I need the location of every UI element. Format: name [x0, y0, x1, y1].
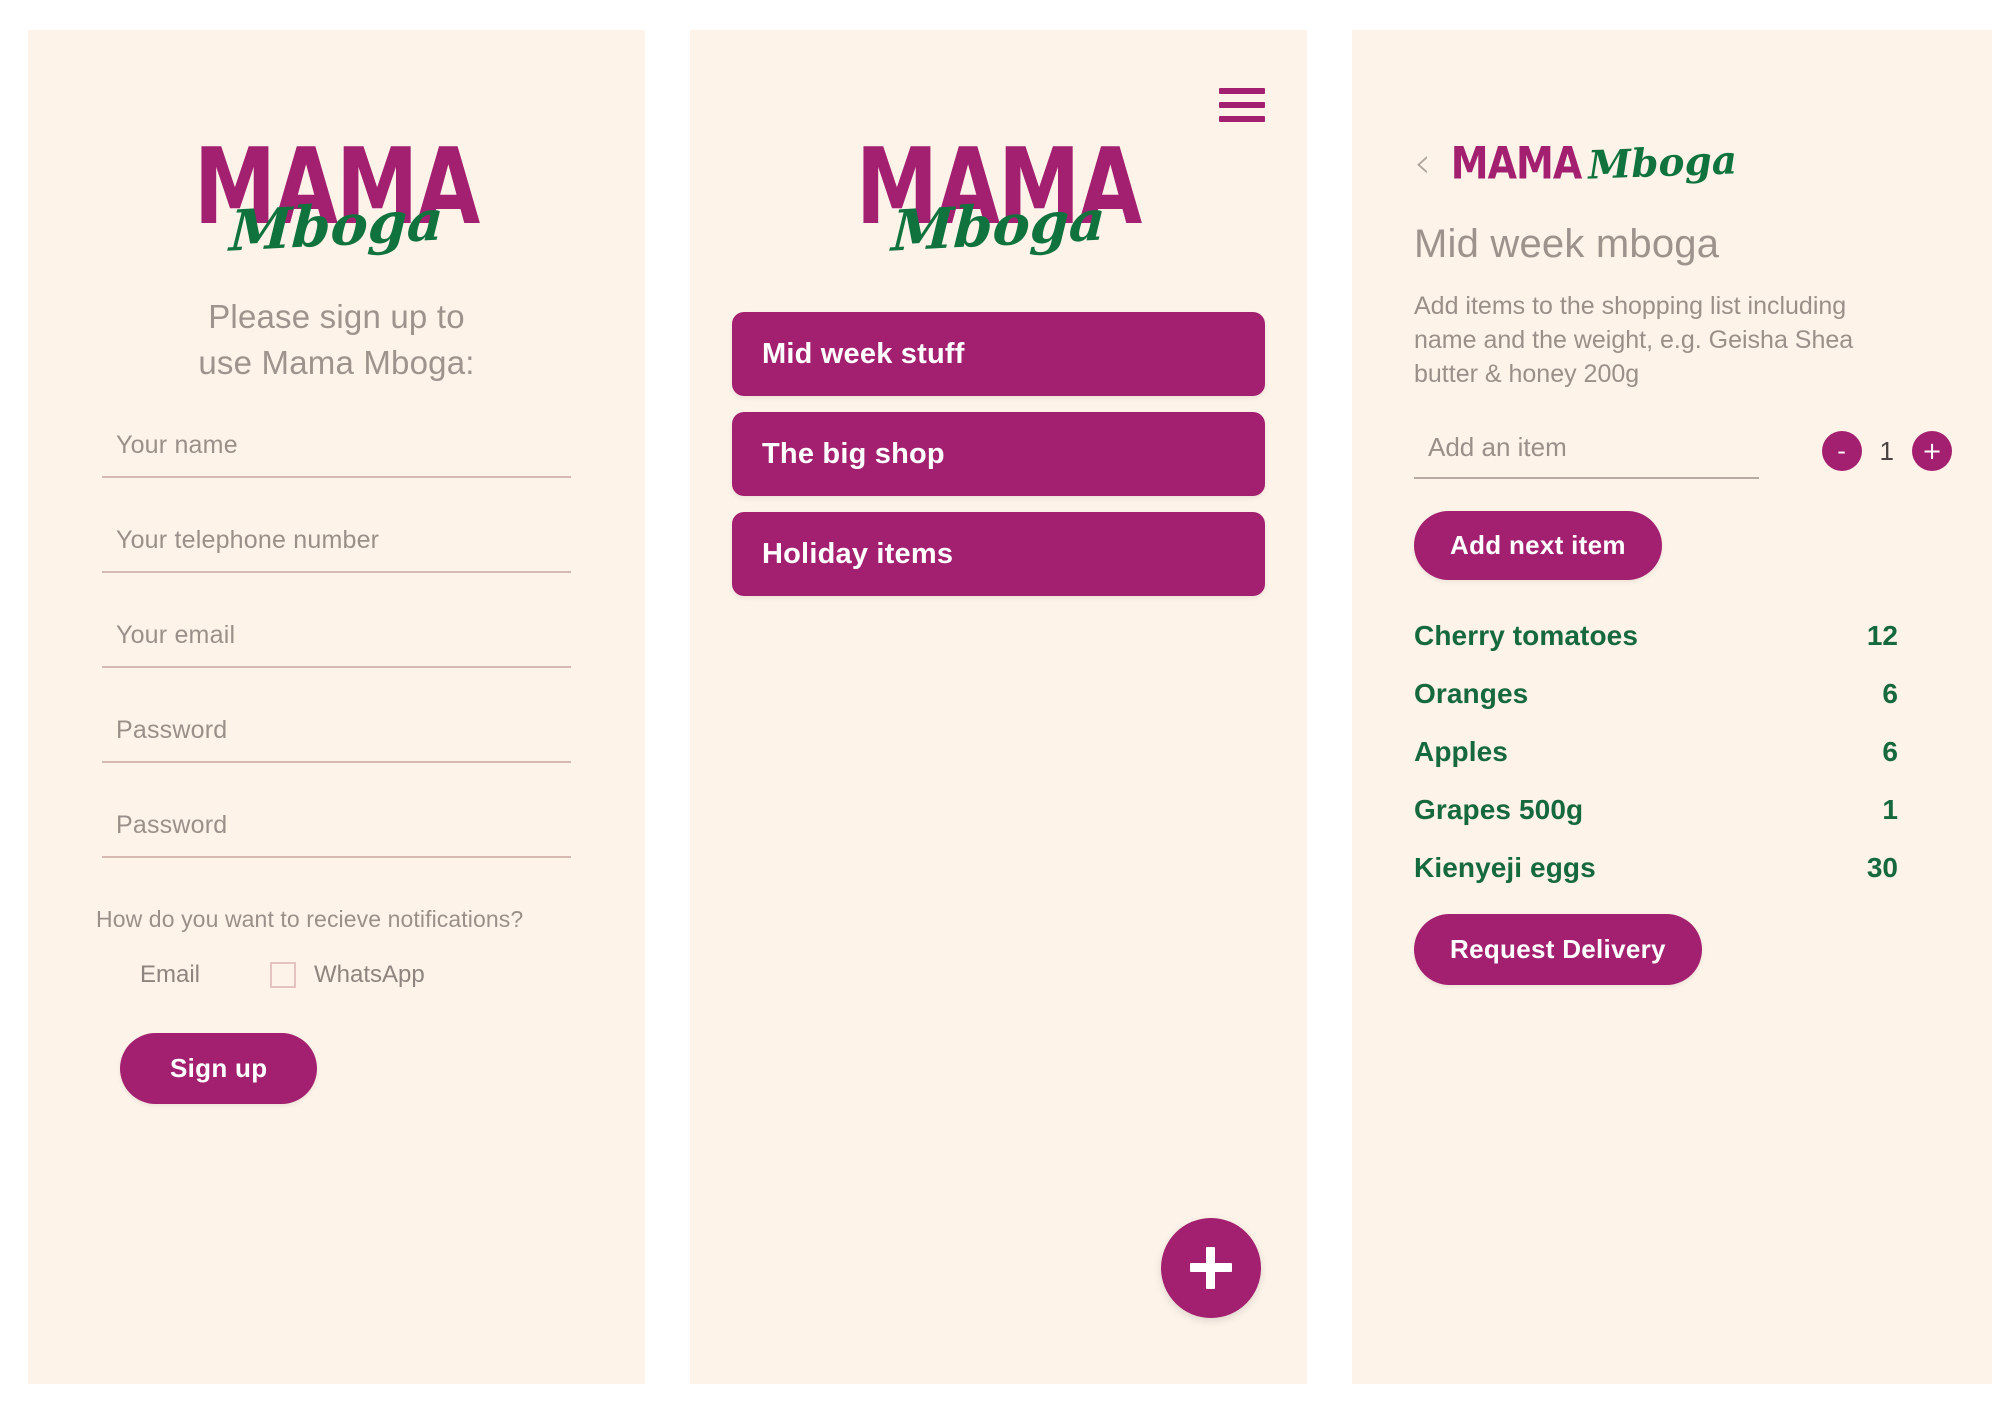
list-item-the-big-shop[interactable]: The big shop [732, 412, 1265, 496]
notifications-question: How do you want to recieve notifications… [96, 906, 524, 933]
shopping-list-buttons: Mid week stuff The big shop Holiday item… [732, 312, 1265, 612]
item-quantity: 6 [1882, 678, 1898, 709]
shopping-items-list: Cherry tomatoes 12 Oranges 6 Apples 6 Gr… [1414, 620, 1952, 884]
item-quantity: 12 [1866, 620, 1898, 651]
item-quantity: 30 [1866, 852, 1898, 883]
name-field[interactable]: Your name [102, 431, 571, 479]
checkbox-whatsapp-icon[interactable] [270, 962, 297, 989]
email-field-placeholder: Your email [116, 621, 236, 650]
add-item-placeholder: Add an item [1428, 432, 1567, 462]
telephone-field-placeholder: Your telephone number [116, 526, 380, 555]
signup-heading: Please sign up to use Mama Mboga: [28, 294, 645, 385]
logo-mama-text: MAMA [1450, 137, 1582, 189]
item-name: Oranges [1414, 678, 1529, 709]
detail-content: ‹ MAMA Mboga Mid week mboga Add items to… [1352, 30, 1992, 985]
logo-mboga-text: Mboga [227, 186, 446, 265]
detail-header: ‹ MAMA Mboga [1414, 30, 1952, 189]
table-row[interactable]: Apples 6 [1414, 736, 1952, 768]
notification-options: Email WhatsApp [96, 961, 645, 989]
item-name: Cherry tomatoes [1414, 620, 1639, 651]
screen-lists: MAMA Mboga Mid week stuff The big shop H… [690, 30, 1307, 1384]
screen-list-detail: ‹ MAMA Mboga Mid week mboga Add items to… [1352, 30, 1992, 1384]
list-item-holiday-items[interactable]: Holiday items [732, 512, 1265, 596]
page-description: Add items to the shopping list including… [1414, 292, 1854, 388]
signup-heading-line2: use Mama Mboga: [198, 343, 475, 381]
email-field[interactable]: Your email [102, 621, 571, 669]
telephone-field[interactable]: Your telephone number [102, 526, 571, 574]
screenshot-canvas: MAMA Mboga Please sign up to use Mama Mb… [0, 0, 2000, 1414]
logo-mboga-text: Mboga [889, 186, 1108, 265]
item-name: Apples [1414, 736, 1508, 767]
add-list-fab-button[interactable] [1161, 1218, 1261, 1318]
quantity-stepper: - 1 + [1821, 431, 1952, 479]
notification-option-whatsapp-label: WhatsApp [314, 961, 425, 989]
signup-form: Your name Your telephone number Your ema… [102, 431, 571, 859]
quantity-increment-button[interactable]: + [1912, 431, 1952, 471]
logo-mboga-text: Mboga [1587, 137, 1739, 189]
sign-up-button[interactable]: Sign up [120, 1033, 318, 1105]
signup-button-wrap: Sign up [120, 1033, 645, 1105]
table-row[interactable]: Kienyeji eggs 30 [1414, 852, 1952, 884]
password-field[interactable]: Password [102, 716, 571, 764]
app-logo-inline: MAMA Mboga [1450, 137, 1739, 189]
item-quantity: 1 [1882, 794, 1898, 825]
request-delivery-wrap: Request Delivery [1414, 914, 1952, 985]
item-quantity: 6 [1882, 736, 1898, 767]
table-row[interactable]: Oranges 6 [1414, 678, 1952, 710]
page-title: Mid week mboga [1414, 222, 1720, 266]
add-next-item-wrap: Add next item [1414, 511, 1952, 580]
table-row[interactable]: Grapes 500g 1 [1414, 794, 1952, 826]
item-name: Kienyeji eggs [1414, 852, 1596, 883]
quantity-value: 1 [1879, 435, 1894, 466]
name-field-placeholder: Your name [116, 431, 238, 460]
request-delivery-button[interactable]: Request Delivery [1414, 914, 1702, 985]
plus-icon [1190, 1247, 1232, 1289]
add-next-item-button[interactable]: Add next item [1414, 511, 1662, 580]
add-item-row: Add an item - 1 + [1414, 431, 1952, 479]
password-field-placeholder: Password [116, 716, 228, 745]
app-logo: MAMA Mboga [28, 30, 645, 265]
app-logo: MAMA Mboga [690, 30, 1307, 265]
password-confirm-field-placeholder: Password [116, 811, 228, 840]
screen-signup: MAMA Mboga Please sign up to use Mama Mb… [28, 30, 645, 1384]
notification-option-email-label: Email [140, 961, 201, 989]
list-item-mid-week-stuff[interactable]: Mid week stuff [732, 312, 1265, 396]
add-item-input[interactable]: Add an item [1414, 432, 1759, 479]
quantity-decrement-button[interactable]: - [1821, 431, 1862, 471]
password-confirm-field[interactable]: Password [102, 811, 571, 859]
checkbox-email-icon[interactable] [96, 962, 122, 988]
signup-heading-line1: Please sign up to [208, 298, 465, 335]
notification-option-email[interactable]: Email [96, 961, 200, 989]
item-name: Grapes 500g [1414, 794, 1584, 825]
notification-option-whatsapp[interactable]: WhatsApp [270, 961, 425, 989]
table-row[interactable]: Cherry tomatoes 12 [1414, 620, 1952, 652]
chevron-left-icon[interactable]: ‹ [1414, 142, 1431, 184]
